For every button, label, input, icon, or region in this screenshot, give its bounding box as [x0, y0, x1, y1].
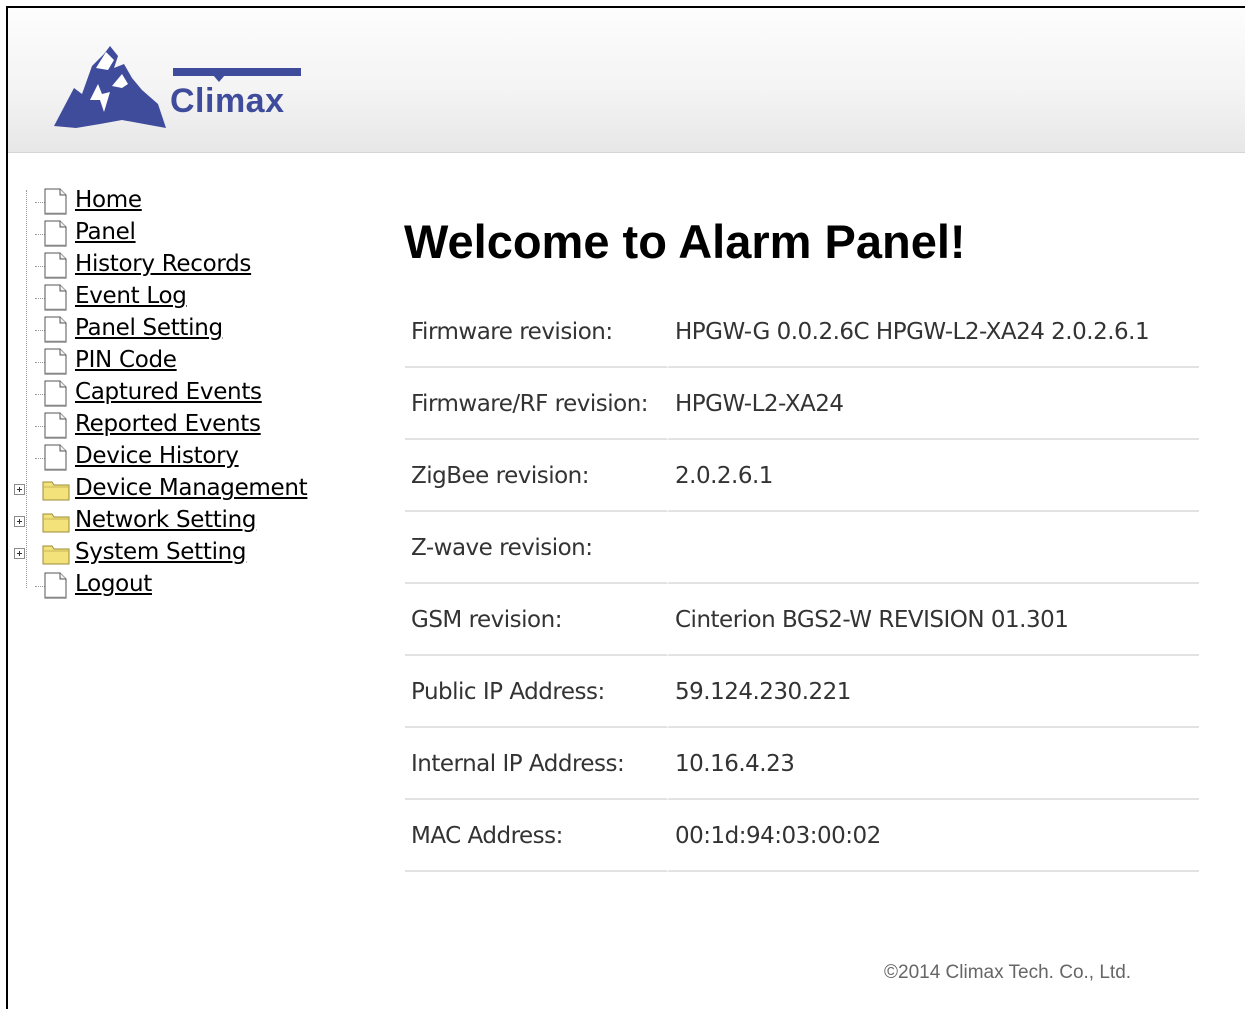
- info-label: Public IP Address:: [405, 656, 667, 728]
- info-row: MAC Address: 00:1d:94:03:00:02: [405, 800, 1199, 872]
- nav-link[interactable]: System Setting: [75, 539, 247, 565]
- info-value: 10.16.4.23: [667, 728, 1199, 800]
- document-icon: [44, 444, 67, 471]
- info-value: 59.124.230.221: [667, 656, 1199, 728]
- mountain-logo-icon: [54, 46, 166, 128]
- nav-item-history-records[interactable]: History Records: [8, 250, 328, 282]
- nav-link[interactable]: Device Management: [75, 475, 308, 501]
- info-row: Firmware/RF revision: HPGW-L2-XA24: [405, 368, 1199, 440]
- info-label: GSM revision:: [405, 584, 667, 656]
- copyright-text: ©2014 Climax Tech. Co., Ltd.: [884, 962, 1132, 983]
- nav-link[interactable]: Captured Events: [75, 379, 262, 405]
- nav-link[interactable]: Device History: [75, 443, 239, 469]
- nav-item-panel[interactable]: Panel: [8, 218, 328, 250]
- info-value: [667, 512, 1199, 584]
- nav-item-panel-setting[interactable]: Panel Setting: [8, 314, 328, 346]
- nav-link[interactable]: Reported Events: [75, 411, 261, 437]
- info-label: ZigBee revision:: [405, 440, 667, 512]
- document-icon: [44, 188, 67, 215]
- nav-link[interactable]: Event Log: [75, 283, 187, 309]
- nav-item-device-history[interactable]: Device History: [8, 442, 328, 474]
- document-icon: [44, 348, 67, 375]
- info-row: Firmware revision: HPGW-G 0.0.2.6C HPGW-L…: [405, 296, 1199, 368]
- info-value: HPGW-G 0.0.2.6C HPGW-L2-XA24 2.0.2.6.1: [667, 296, 1199, 368]
- info-value: 2.0.2.6.1: [667, 440, 1199, 512]
- document-icon: [44, 284, 67, 311]
- info-row: GSM revision: Cinterion BGS2-W REVISION 0…: [405, 584, 1199, 656]
- nav-item-home[interactable]: Home: [8, 186, 328, 218]
- nav-link[interactable]: Logout: [75, 571, 152, 597]
- expand-plus-icon[interactable]: [14, 548, 25, 559]
- climax-logo[interactable]: Climax: [52, 38, 312, 138]
- document-icon: [44, 316, 67, 343]
- expand-plus-icon[interactable]: [14, 516, 25, 527]
- info-table: Firmware revision: HPGW-G 0.0.2.6C HPGW-L…: [405, 296, 1199, 872]
- nav-item-network-setting[interactable]: Network Setting: [8, 506, 328, 538]
- logo-text: Climax: [170, 82, 285, 120]
- folder-icon: [42, 511, 70, 533]
- nav-item-device-management[interactable]: Device Management: [8, 474, 328, 506]
- info-row: Internal IP Address: 10.16.4.23: [405, 728, 1199, 800]
- nav-link[interactable]: PIN Code: [75, 347, 177, 373]
- info-label: Firmware/RF revision:: [405, 368, 667, 440]
- document-icon: [44, 572, 67, 599]
- folder-icon: [42, 479, 70, 501]
- nav-link[interactable]: History Records: [75, 251, 251, 277]
- document-icon: [44, 412, 67, 439]
- info-label: Firmware revision:: [405, 296, 667, 368]
- document-icon: [44, 220, 67, 247]
- nav-tree: Home Panel History Records Event Log Panel S…: [8, 186, 328, 602]
- nav-link[interactable]: Home: [75, 187, 142, 213]
- nav-item-captured-events[interactable]: Captured Events: [8, 378, 328, 410]
- nav-item-event-log[interactable]: Event Log: [8, 282, 328, 314]
- document-icon: [44, 380, 67, 407]
- nav-link[interactable]: Panel Setting: [75, 315, 223, 341]
- info-label: Z-wave revision:: [405, 512, 667, 584]
- expand-plus-icon[interactable]: [14, 484, 25, 495]
- document-icon: [44, 252, 67, 279]
- page-title: Welcome to Alarm Panel!: [404, 215, 966, 268]
- nav-item-logout[interactable]: Logout: [8, 570, 328, 602]
- nav-item-reported-events[interactable]: Reported Events: [8, 410, 328, 442]
- nav-link[interactable]: Network Setting: [75, 507, 257, 533]
- folder-icon: [42, 543, 70, 565]
- info-label: MAC Address:: [405, 800, 667, 872]
- logo-bar: [173, 68, 301, 76]
- nav-link[interactable]: Panel: [75, 219, 136, 245]
- info-value: Cinterion BGS2-W REVISION 01.301: [667, 584, 1199, 656]
- header: Climax: [8, 8, 1245, 153]
- nav-item-system-setting[interactable]: System Setting: [8, 538, 328, 570]
- info-row: ZigBee revision: 2.0.2.6.1: [405, 440, 1199, 512]
- info-row: Z-wave revision:: [405, 512, 1199, 584]
- info-value: HPGW-L2-XA24: [667, 368, 1199, 440]
- info-row: Public IP Address: 59.124.230.221: [405, 656, 1199, 728]
- info-value: 00:1d:94:03:00:02: [667, 800, 1199, 872]
- nav-item-pin-code[interactable]: PIN Code: [8, 346, 328, 378]
- info-label: Internal IP Address:: [405, 728, 667, 800]
